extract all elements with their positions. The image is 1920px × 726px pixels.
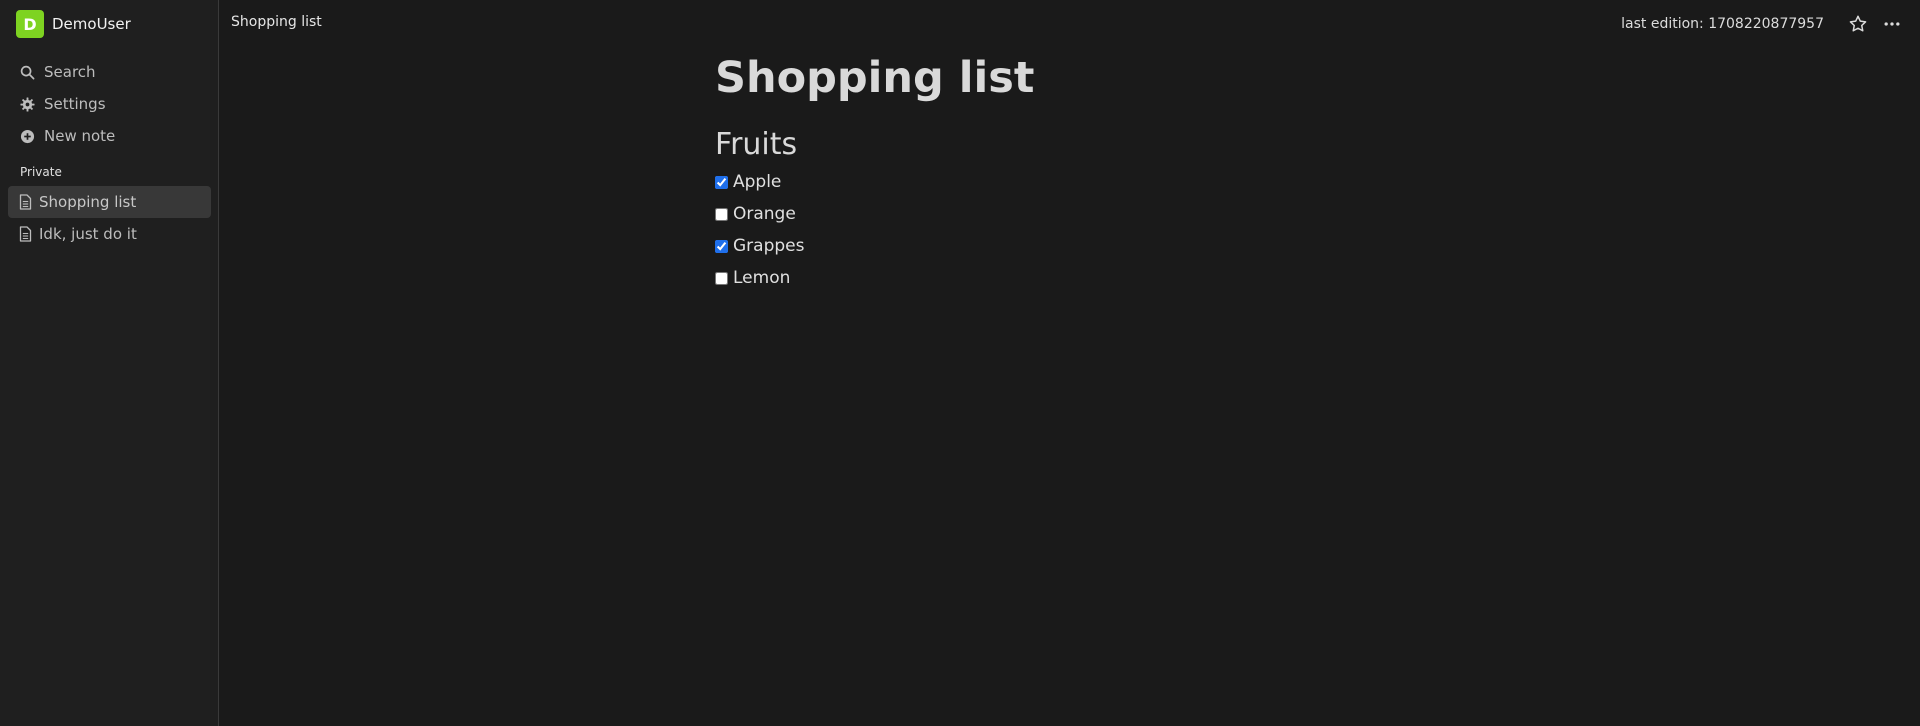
todo-item-grappes: Grappes: [715, 230, 1415, 262]
header-actions: last edition: 1708220877957: [1621, 12, 1904, 36]
todo-checkbox-orange[interactable]: [715, 207, 728, 221]
todo-label[interactable]: Apple: [733, 172, 781, 192]
todo-item-orange: Orange: [715, 198, 1415, 230]
sidebar-item-new-note[interactable]: New note: [8, 120, 211, 152]
avatar: D: [16, 10, 44, 38]
app-window: D DemoUser Search Settings New note Priv…: [0, 0, 1920, 726]
username: DemoUser: [52, 15, 131, 33]
section-heading[interactable]: Fruits: [715, 124, 1415, 166]
todo-checkbox-grappes[interactable]: [715, 239, 728, 253]
sidebar-page-shopping-list[interactable]: Shopping list: [8, 186, 211, 218]
todo-checkbox-lemon[interactable]: [715, 271, 728, 285]
breadcrumb[interactable]: Shopping list: [231, 14, 322, 30]
todo-checkbox-apple[interactable]: [715, 175, 728, 189]
document-icon: [18, 226, 32, 242]
sidebar-page-label: Shopping list: [39, 193, 137, 211]
star-icon[interactable]: [1846, 12, 1870, 36]
sidebar: D DemoUser Search Settings New note Priv…: [0, 0, 219, 726]
sidebar-nav: Search Settings New note: [8, 56, 211, 152]
sidebar-item-label: New note: [44, 127, 116, 145]
last-edition-text: last edition: 1708220877957: [1621, 16, 1824, 32]
todo-item-lemon: Lemon: [715, 262, 1415, 294]
todo-label[interactable]: Grappes: [733, 236, 804, 256]
search-icon: [19, 64, 35, 80]
sidebar-item-settings[interactable]: Settings: [8, 88, 211, 120]
more-horizontal-icon[interactable]: [1880, 12, 1904, 36]
document-icon: [18, 194, 32, 210]
sidebar-item-label: Settings: [44, 95, 106, 113]
todo-label[interactable]: Lemon: [733, 268, 790, 288]
gear-icon: [19, 96, 35, 112]
todo-label[interactable]: Orange: [733, 204, 796, 224]
sidebar-item-label: Search: [44, 63, 96, 81]
plus-circle-icon: [19, 128, 35, 144]
main-content: Shopping list last edition: 170822087795…: [219, 0, 1920, 726]
page-title[interactable]: Shopping list: [715, 50, 1415, 106]
sidebar-page-idk-just-do-it[interactable]: Idk, just do it: [8, 218, 211, 250]
sidebar-item-search[interactable]: Search: [8, 56, 211, 88]
user-menu[interactable]: D DemoUser: [16, 10, 131, 38]
editor[interactable]: Shopping list Fruits Apple Orange Grappe…: [715, 50, 1415, 294]
page-list: Shopping list Idk, just do it: [8, 186, 211, 250]
todo-item-apple: Apple: [715, 166, 1415, 198]
section-label-private: Private: [20, 165, 62, 179]
todo-list: Apple Orange Grappes Lemon: [715, 166, 1415, 294]
sidebar-page-label: Idk, just do it: [39, 225, 137, 243]
